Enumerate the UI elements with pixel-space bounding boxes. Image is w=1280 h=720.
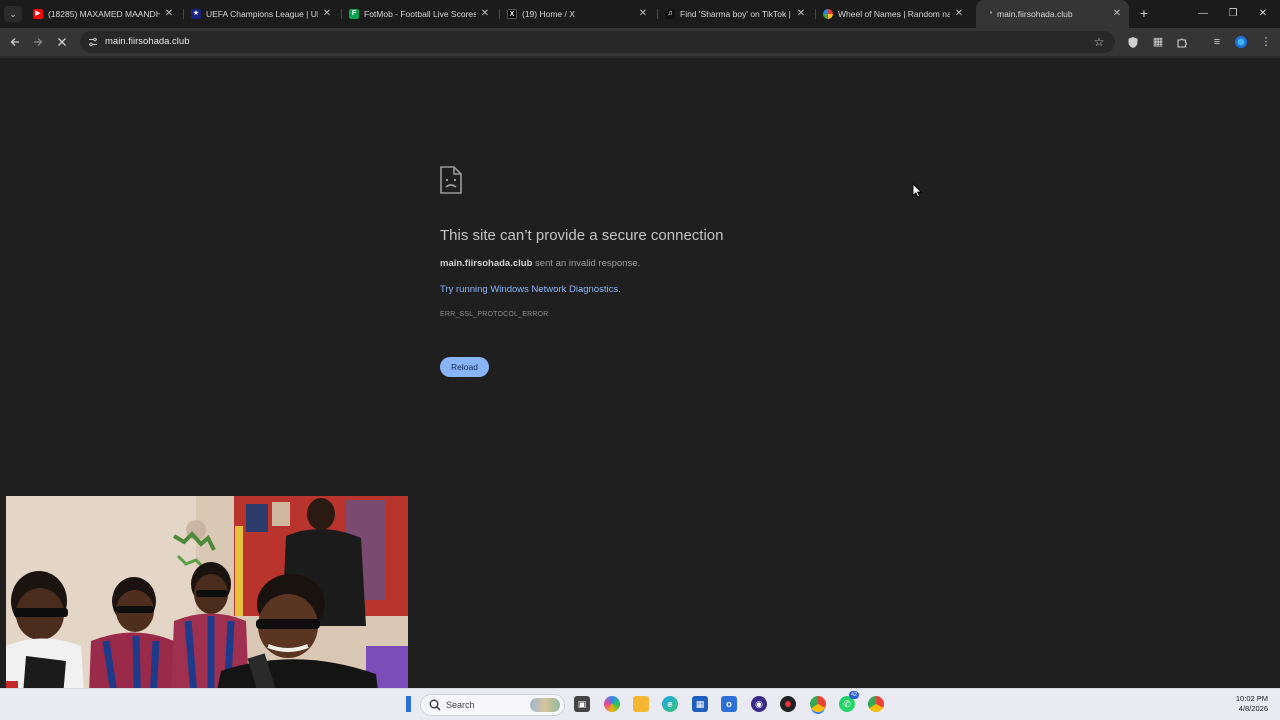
task-view-icon[interactable]: ▣ bbox=[574, 696, 590, 712]
close-icon[interactable]: ✕ bbox=[795, 0, 807, 28]
fotmob-icon: F bbox=[349, 9, 359, 19]
shield-extension-icon[interactable] bbox=[1125, 34, 1141, 50]
search-placeholder: Search bbox=[446, 700, 475, 710]
mouse-cursor-icon bbox=[912, 183, 922, 198]
windows-taskbar: Search ▣ e ▦ o ◉ ✆ 42 10:02 PM 4/8/2026 bbox=[0, 688, 1280, 720]
tab-uefa[interactable]: ★ UEFA Champions League | UEFA ✕ bbox=[191, 0, 333, 28]
site-info-icon[interactable] bbox=[86, 34, 100, 50]
uefa-icon: ★ bbox=[191, 9, 201, 19]
webcam-overlay bbox=[6, 496, 408, 720]
reload-button[interactable]: Reload bbox=[440, 357, 489, 377]
obs-icon[interactable]: ◉ bbox=[751, 696, 767, 712]
tab-fotmob[interactable]: F FotMob - Football Live Scores ✕ bbox=[349, 0, 491, 28]
clock-time: 10:02 PM bbox=[1235, 694, 1268, 703]
error-domain: main.fiirsohada.club bbox=[440, 258, 533, 269]
error-heading: This site can’t provide a secure connect… bbox=[440, 227, 724, 244]
file-explorer-icon[interactable] bbox=[633, 696, 649, 712]
translate-extension-icon[interactable]: ▦ bbox=[1150, 34, 1166, 50]
new-tab-button[interactable]: + bbox=[1137, 5, 1151, 21]
window-close-button[interactable]: ✕ bbox=[1248, 0, 1278, 28]
chrome-icon[interactable] bbox=[810, 696, 826, 712]
sad-document-icon bbox=[440, 166, 462, 194]
close-icon[interactable]: ✕ bbox=[953, 0, 965, 28]
kebab-menu-icon[interactable]: ⋮ bbox=[1258, 34, 1274, 50]
youtube-icon: ▶ bbox=[33, 9, 43, 19]
bookmark-star-icon[interactable]: ☆ bbox=[1091, 33, 1107, 51]
webcam-video-image bbox=[6, 496, 408, 720]
tab-title: FotMob - Football Live Scores bbox=[364, 9, 476, 19]
tab-active-fiirsohada[interactable]: • main.fiirsohada.club ✕ bbox=[976, 0, 1129, 28]
system-clock[interactable]: 10:02 PM 4/8/2026 bbox=[1208, 694, 1268, 714]
tab-x[interactable]: X (19) Home / X ✕ bbox=[507, 0, 649, 28]
error-code: ERR_SSL_PROTOCOL_ERROR bbox=[440, 311, 549, 318]
close-icon[interactable]: ✕ bbox=[637, 0, 649, 28]
screen: ⌄ ▶ (18285) MAXAMED MAANDHAAB ✕ ★ UEFA C… bbox=[0, 0, 1280, 720]
tab-wheel-of-names[interactable]: Wheel of Names | Random nam ✕ bbox=[823, 0, 965, 28]
recorder-icon[interactable] bbox=[780, 696, 796, 712]
tab-title: main.fiirsohada.club bbox=[997, 9, 1073, 19]
outlook-icon[interactable]: o bbox=[721, 696, 737, 712]
wheel-icon bbox=[823, 9, 833, 19]
close-icon[interactable]: ✕ bbox=[163, 0, 175, 28]
clock-date: 4/8/2026 bbox=[1238, 704, 1268, 713]
close-icon[interactable]: ✕ bbox=[321, 0, 333, 28]
arrow-right-icon bbox=[34, 38, 43, 46]
close-icon bbox=[58, 38, 66, 46]
tab-title: (18285) MAXAMED MAANDHAAB bbox=[48, 9, 160, 19]
restore-button[interactable]: ❐ bbox=[1218, 0, 1248, 28]
tab-tiktok[interactable]: ♫ Find 'Sharma boy' on TikTok | T ✕ bbox=[665, 0, 807, 28]
minimize-button[interactable]: — bbox=[1188, 0, 1218, 28]
arrow-left-icon bbox=[10, 38, 19, 46]
tab-title: Wheel of Names | Random nam bbox=[838, 9, 950, 19]
address-url[interactable]: main.fiirsohada.club bbox=[105, 31, 190, 53]
back-button[interactable] bbox=[5, 33, 25, 51]
tab-title: (19) Home / X bbox=[522, 9, 575, 19]
tab-strip: ⌄ ▶ (18285) MAXAMED MAANDHAAB ✕ ★ UEFA C… bbox=[0, 0, 1280, 28]
error-description-suffix: sent an invalid response. bbox=[532, 258, 641, 269]
edge-icon[interactable]: e bbox=[662, 696, 678, 712]
puzzle-extensions-icon[interactable] bbox=[1174, 34, 1190, 50]
forward-button[interactable] bbox=[28, 33, 48, 51]
error-description: main.fiirsohada.club sent an invalid res… bbox=[440, 257, 940, 271]
profile-avatar-icon[interactable] bbox=[1233, 34, 1249, 50]
stop-loading-button[interactable] bbox=[52, 33, 72, 51]
network-diagnostics-link[interactable]: Try running Windows Network Diagnostics. bbox=[440, 283, 621, 297]
close-icon[interactable]: ✕ bbox=[1111, 0, 1123, 28]
copilot-icon[interactable] bbox=[604, 696, 620, 712]
close-icon[interactable]: ✕ bbox=[479, 0, 491, 28]
search-highlight-image bbox=[530, 698, 560, 712]
taskbar-search-box[interactable]: Search bbox=[420, 694, 565, 716]
tab-title: Find 'Sharma boy' on TikTok | T bbox=[680, 9, 792, 19]
x-icon: X bbox=[507, 9, 517, 19]
start-icon[interactable] bbox=[406, 696, 411, 712]
microsoft-store-icon[interactable]: ▦ bbox=[692, 696, 708, 712]
tiktok-icon: ♫ bbox=[665, 9, 675, 19]
address-bar[interactable]: main.fiirsohada.club ☆ bbox=[80, 31, 1115, 53]
chrome-profile-icon[interactable] bbox=[868, 696, 884, 712]
loading-icon: • bbox=[989, 10, 993, 17]
notification-badge: 42 bbox=[849, 691, 859, 699]
search-icon bbox=[429, 699, 441, 711]
tab-title: UEFA Champions League | UEFA bbox=[206, 9, 318, 19]
reading-list-icon[interactable]: ≡ bbox=[1209, 34, 1225, 50]
tab-search-button[interactable]: ⌄ bbox=[4, 6, 22, 22]
browser-toolbar: main.fiirsohada.club ☆ ▦ ≡ ⋮ bbox=[0, 28, 1280, 56]
tab-youtube[interactable]: ▶ (18285) MAXAMED MAANDHAAB ✕ bbox=[33, 0, 175, 28]
